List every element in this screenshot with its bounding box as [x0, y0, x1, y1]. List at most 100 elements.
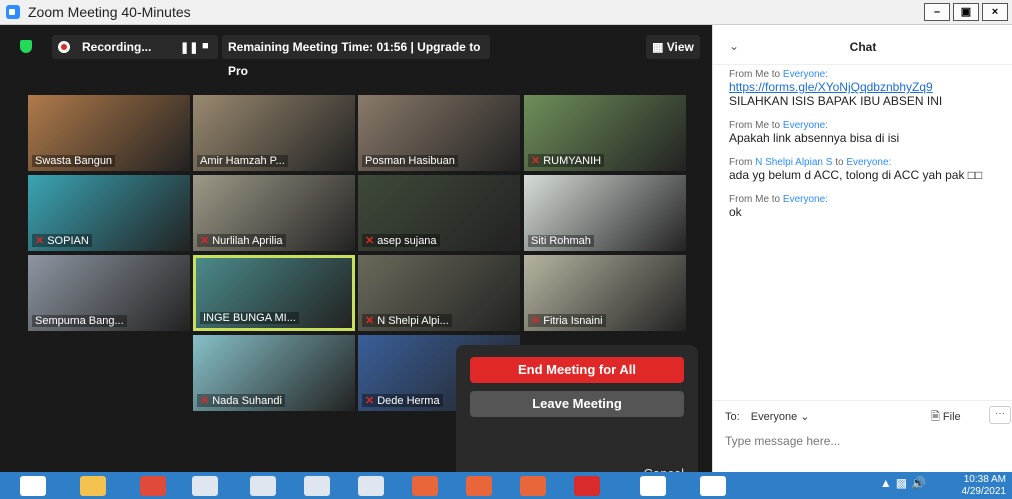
- chrome-icon[interactable]: [140, 475, 166, 496]
- word-icon[interactable]: [304, 475, 330, 496]
- participant-name: Nurlilah Aprilia: [212, 235, 283, 247]
- message-sender: From Me to Everyone:: [729, 120, 828, 131]
- file-button[interactable]: 🗎 File: [931, 408, 961, 427]
- participant-name-label: ✕ Nurlilah Aprilia: [197, 234, 286, 247]
- volume-icon[interactable]: 🔊: [911, 476, 930, 490]
- window-title: Zoom Meeting 40-Minutes: [28, 4, 191, 20]
- participant-name-label: Siti Rohmah: [528, 235, 594, 247]
- participant-name: Swasta Bangun: [35, 155, 113, 167]
- more-options-button[interactable]: ···: [989, 406, 1011, 424]
- word-icon[interactable]: [358, 475, 384, 496]
- zoom-icon[interactable]: [640, 475, 666, 496]
- chat-message: From Me to Everyone: https://forms.gle/X…: [729, 69, 996, 108]
- file-icon: 🗎: [931, 411, 940, 423]
- chevron-down-icon: ⌄: [800, 411, 810, 423]
- recording-indicator: Recording... ❚❚ ■: [52, 35, 218, 59]
- chat-messages: From Me to Everyone: https://forms.gle/X…: [713, 65, 1012, 235]
- participant-name: Amir Hamzah P...: [200, 155, 285, 167]
- to-label: To:: [725, 411, 740, 423]
- message-link[interactable]: https://forms.gle/XYoNjQqdbznbhyZq9: [729, 80, 996, 94]
- muted-mic-icon: ✕: [35, 235, 45, 247]
- recipient-dropdown[interactable]: Everyone ⌄: [751, 411, 810, 423]
- participant-tile[interactable]: INGE BUNGA MI...: [193, 255, 355, 331]
- recording-label: Recording...: [82, 40, 152, 54]
- pause-icon[interactable]: ❚❚: [180, 41, 198, 54]
- participant-tile[interactable]: Sempurna Bang...: [28, 255, 190, 331]
- taskbar-clock[interactable]: 10:38 AM 4/29/2021: [962, 474, 1007, 498]
- remaining-time-banner[interactable]: Remaining Meeting Time: 01:56 | Upgrade …: [222, 35, 490, 78]
- message-sender: From N Shelpi Alpian S to Everyone:: [729, 157, 892, 168]
- security-shield-icon[interactable]: [20, 40, 32, 53]
- participant-name: Siti Rohmah: [531, 235, 591, 247]
- muted-mic-icon: ✕: [365, 315, 375, 327]
- participant-name-label: ✕ Nada Suhandi: [197, 394, 285, 407]
- muted-mic-icon: ✕: [531, 315, 541, 327]
- participant-name: INGE BUNGA MI...: [203, 312, 296, 324]
- message-sender: From Me to Everyone:: [729, 69, 828, 80]
- participant-tile[interactable]: ✕ Nada Suhandi: [193, 335, 355, 411]
- message-text: Apakah link absennya bisa di isi: [729, 131, 900, 145]
- stop-icon[interactable]: ■: [202, 40, 209, 52]
- chat-title: Chat: [849, 40, 877, 54]
- participant-name-label: ✕ asep sujana: [362, 234, 440, 247]
- participant-name-label: ✕ RUMYANIH: [528, 154, 605, 167]
- leave-meeting-button[interactable]: Leave Meeting: [470, 391, 684, 417]
- participant-tile[interactable]: ✕ RUMYANIH: [524, 95, 686, 171]
- participant-tile[interactable]: ✕ Fitria Isnaini: [524, 255, 686, 331]
- participant-name: Dede Herma: [377, 395, 440, 407]
- taskbar-icons: [0, 472, 726, 499]
- meeting-area: Recording... ❚❚ ■ Remaining Meeting Time…: [0, 25, 712, 495]
- powerpoint-icon[interactable]: [520, 475, 546, 496]
- recipient-row: To: Everyone ⌄: [725, 410, 810, 423]
- muted-mic-icon: ✕: [365, 395, 375, 407]
- chat-panel: ⌄ Chat From Me to Everyone: https://form…: [712, 25, 1012, 472]
- signal-icon[interactable]: ▩: [896, 476, 911, 490]
- participant-tile[interactable]: Amir Hamzah P...: [193, 95, 355, 171]
- participant-name-label: Posman Hasibuan: [362, 155, 458, 167]
- view-label: View: [666, 40, 694, 54]
- participant-tile[interactable]: Swasta Bangun: [28, 95, 190, 171]
- participant-name: RUMYANIH: [543, 155, 602, 167]
- minimize-button[interactable]: –: [924, 3, 950, 21]
- file-explorer-icon[interactable]: [80, 475, 106, 496]
- participant-name-label: Swasta Bangun: [32, 155, 116, 167]
- windows-taskbar: ▲▩🔊 10:38 AM 4/29/2021: [0, 472, 1012, 499]
- participant-tile[interactable]: Siti Rohmah: [524, 175, 686, 251]
- participant-tile[interactable]: ✕ SOPIAN: [28, 175, 190, 251]
- restore-button[interactable]: ▣: [953, 3, 979, 21]
- powerpoint-icon[interactable]: [466, 475, 492, 496]
- zoom-icon[interactable]: [700, 475, 726, 496]
- chat-message: From Me to Everyone: Apakah link absenny…: [729, 120, 996, 145]
- view-button[interactable]: ▦ View: [646, 35, 700, 59]
- muted-mic-icon: ✕: [200, 235, 210, 247]
- message-input[interactable]: Type message here...: [725, 434, 840, 448]
- participant-tile[interactable]: ✕ Nurlilah Aprilia: [193, 175, 355, 251]
- chat-message: From Me to Everyone: ok: [729, 194, 996, 219]
- participant-tile[interactable]: Posman Hasibuan: [358, 95, 520, 171]
- record-icon: [58, 41, 70, 53]
- zoom-app-icon: [6, 5, 20, 19]
- participant-name-label: ✕ Dede Herma: [362, 394, 443, 407]
- network-icon[interactable]: ▲: [880, 476, 896, 490]
- word-icon[interactable]: [192, 475, 218, 496]
- muted-mic-icon: ✕: [200, 395, 210, 407]
- word-icon[interactable]: [250, 475, 276, 496]
- meeting-top-bar: Recording... ❚❚ ■ Remaining Meeting Time…: [0, 35, 712, 78]
- participant-name: SOPIAN: [47, 235, 89, 247]
- message-text: ok: [729, 205, 742, 219]
- muted-mic-icon: ✕: [531, 155, 541, 167]
- close-button[interactable]: ×: [982, 3, 1008, 21]
- end-meeting-for-all-button[interactable]: End Meeting for All: [470, 357, 684, 383]
- pdf-icon[interactable]: [574, 475, 600, 496]
- powerpoint-icon[interactable]: [412, 475, 438, 496]
- system-tray: ▲▩🔊: [880, 476, 930, 490]
- participant-tile[interactable]: ✕ N Shelpi Alpi...: [358, 255, 520, 331]
- participant-name: Nada Suhandi: [212, 395, 282, 407]
- participant-name-label: INGE BUNGA MI...: [200, 312, 299, 324]
- start-icon[interactable]: [20, 475, 46, 496]
- participant-name-label: ✕ SOPIAN: [32, 234, 92, 247]
- message-sender: From Me to Everyone:: [729, 194, 828, 205]
- message-text: ada yg belum d ACC, tolong di ACC yah pa…: [729, 168, 983, 182]
- participant-tile[interactable]: ✕ asep sujana: [358, 175, 520, 251]
- participant-name: Sempurna Bang...: [35, 315, 124, 327]
